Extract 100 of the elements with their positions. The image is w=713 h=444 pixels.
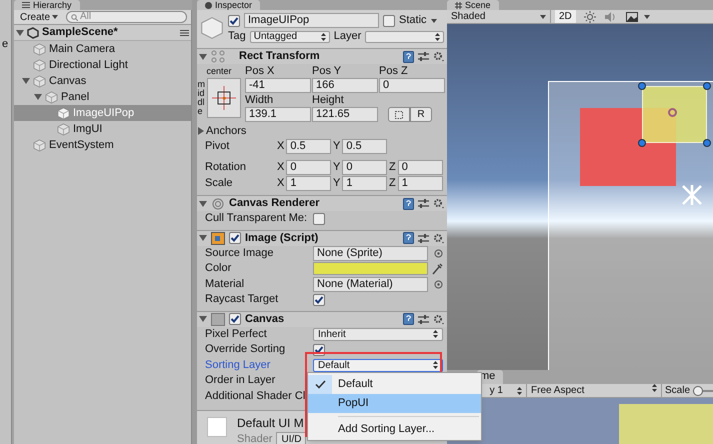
input-field[interactable]: 0.5 bbox=[342, 139, 387, 154]
caret-icon[interactable] bbox=[644, 14, 650, 18]
checkbox[interactable] bbox=[383, 14, 395, 26]
anchor-preset-button[interactable] bbox=[206, 78, 240, 118]
sliders-icon[interactable] bbox=[418, 232, 429, 244]
input-field[interactable]: 1 bbox=[342, 176, 387, 191]
help-book-icon[interactable] bbox=[403, 198, 414, 210]
caret-icon[interactable] bbox=[540, 14, 546, 18]
settings-icon[interactable] bbox=[433, 51, 445, 62]
input-field[interactable]: 0 bbox=[398, 160, 443, 175]
field-label: Scale bbox=[205, 177, 234, 190]
foldout-arrow-icon[interactable] bbox=[199, 234, 207, 242]
selected-image-rect[interactable] bbox=[642, 86, 707, 143]
hierarchy-item[interactable]: ImgUI bbox=[14, 121, 191, 137]
settings-icon[interactable] bbox=[433, 314, 445, 324]
help-book-icon[interactable] bbox=[403, 50, 414, 62]
input-field[interactable]: ImageUIPop bbox=[244, 13, 379, 28]
component-header[interactable]: Canvas bbox=[197, 310, 447, 326]
dropdown[interactable]: Default bbox=[313, 358, 443, 372]
scale-slider[interactable] bbox=[693, 386, 713, 396]
object-field[interactable]: None (Material) bbox=[313, 276, 428, 292]
anchors-foldout[interactable]: Anchors bbox=[197, 124, 447, 138]
component-header[interactable]: Canvas Renderer bbox=[197, 195, 447, 211]
menu-icon[interactable] bbox=[180, 30, 189, 36]
cube-icon bbox=[200, 16, 224, 40]
cube-icon bbox=[57, 122, 70, 136]
object-field[interactable]: None (Sprite) bbox=[313, 246, 428, 261]
hierarchy-item[interactable]: Canvas bbox=[14, 73, 191, 89]
sliders-icon[interactable] bbox=[418, 314, 429, 324]
component-header[interactable]: Image (Script) bbox=[197, 230, 447, 246]
menu-item[interactable]: Add Sorting Layer... bbox=[308, 420, 481, 438]
sun-icon[interactable] bbox=[584, 10, 596, 22]
resize-handle[interactable] bbox=[638, 82, 646, 90]
resize-handle[interactable] bbox=[703, 82, 711, 90]
2d-toggle[interactable]: 2D bbox=[555, 10, 576, 23]
inspector-tab[interactable]: Inspector bbox=[197, 0, 260, 10]
input-field[interactable]: 139.1 bbox=[245, 107, 311, 122]
image-icon[interactable] bbox=[626, 12, 638, 22]
scene-tab[interactable]: Scene bbox=[447, 0, 499, 10]
shader-dropdown[interactable]: UI/D bbox=[276, 432, 306, 444]
color-swatch[interactable] bbox=[313, 262, 428, 276]
foldout-arrow-icon[interactable] bbox=[199, 200, 207, 208]
field-label: Width bbox=[245, 94, 274, 107]
slider-thumb[interactable] bbox=[693, 386, 704, 396]
updown-arrows-icon bbox=[435, 32, 440, 40]
checkbox[interactable] bbox=[313, 212, 325, 225]
settings-icon[interactable] bbox=[433, 232, 445, 244]
eyedropper-icon[interactable] bbox=[432, 262, 443, 275]
hierarchy-item[interactable]: EventSystem bbox=[14, 137, 191, 153]
input-field[interactable]: 0 bbox=[379, 78, 445, 93]
input-field[interactable]: 166 bbox=[312, 78, 378, 93]
foldout-arrow-icon[interactable] bbox=[199, 315, 207, 323]
help-book-icon[interactable] bbox=[403, 313, 414, 325]
target-icon[interactable] bbox=[434, 248, 443, 258]
pivot-handle[interactable] bbox=[668, 108, 677, 117]
axis-label: Z bbox=[389, 177, 396, 190]
checkbox[interactable] bbox=[229, 313, 241, 325]
updown-arrows-icon bbox=[320, 32, 326, 40]
help-book-icon[interactable] bbox=[403, 232, 414, 244]
scene-row[interactable]: SampleScene* bbox=[14, 25, 191, 41]
hierarchy-item[interactable]: Main Camera bbox=[14, 41, 191, 57]
foldout-arrow-icon[interactable] bbox=[16, 28, 24, 36]
tag-dropdown[interactable]: Untagged bbox=[250, 30, 330, 42]
create-button[interactable]: Create bbox=[18, 10, 60, 24]
menu-item[interactable]: PopUI bbox=[308, 394, 481, 413]
hierarchy-tab[interactable]: Hierarchy bbox=[14, 0, 80, 10]
caret-icon[interactable] bbox=[430, 18, 437, 22]
input-field[interactable]: 0.5 bbox=[286, 139, 331, 154]
foldout-arrow-icon[interactable] bbox=[197, 127, 205, 135]
input-field[interactable]: 0 bbox=[286, 160, 331, 175]
foldout-arrow-icon[interactable] bbox=[199, 52, 207, 60]
target-icon[interactable] bbox=[434, 280, 443, 289]
checkbox[interactable] bbox=[229, 232, 241, 244]
hierarchy-item[interactable]: Directional Light bbox=[14, 57, 191, 73]
resize-handle[interactable] bbox=[703, 139, 711, 147]
field-label: Raycast Target bbox=[205, 293, 280, 306]
axis-label: Y bbox=[333, 140, 340, 153]
sliders-icon[interactable] bbox=[418, 198, 429, 209]
input-field[interactable]: 1 bbox=[398, 176, 443, 191]
input-field[interactable]: 1 bbox=[286, 176, 331, 191]
raw-edit-button[interactable]: R bbox=[410, 107, 432, 122]
aspect-dropdown[interactable]: Free Aspect bbox=[527, 384, 662, 397]
component-header[interactable]: Rect Transform bbox=[197, 48, 447, 64]
input-field[interactable]: 121.65 bbox=[312, 107, 378, 122]
checkbox[interactable] bbox=[228, 14, 240, 26]
hierarchy-item[interactable]: Panel bbox=[14, 89, 191, 105]
updown-arrows-icon bbox=[433, 330, 438, 338]
settings-icon[interactable] bbox=[433, 198, 445, 209]
scale-label: Scale bbox=[664, 384, 692, 397]
checkbox[interactable] bbox=[313, 294, 325, 306]
shading-dropdown[interactable]: Shaded bbox=[447, 10, 551, 23]
dropdown[interactable]: Inherit bbox=[313, 328, 443, 341]
input-field[interactable]: -41 bbox=[245, 78, 311, 93]
cube-icon bbox=[45, 90, 58, 104]
input-field[interactable]: 0 bbox=[342, 160, 387, 175]
caret-icon[interactable] bbox=[52, 15, 58, 19]
sliders-icon[interactable] bbox=[418, 51, 429, 62]
foldout-arrow-icon[interactable] bbox=[34, 93, 42, 101]
blueprint-button[interactable] bbox=[388, 107, 410, 122]
foldout-arrow-icon[interactable] bbox=[22, 77, 30, 85]
